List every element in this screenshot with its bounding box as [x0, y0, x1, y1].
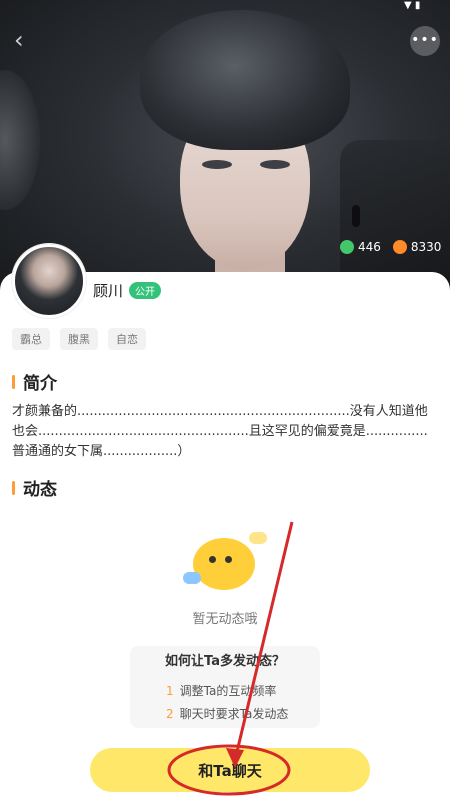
fire-icon [392, 240, 407, 254]
heading-accent-bar [12, 374, 15, 389]
tag-item: 霸总 [12, 328, 50, 350]
howto-title: 如何让Ta多发动态？ [165, 654, 285, 669]
character-avatar[interactable] [12, 244, 86, 318]
name-row: 顾川 公开 [93, 280, 162, 301]
intro-text: 才颜兼备的...................................… [12, 404, 428, 459]
character-stats: 446 8330 [340, 240, 441, 254]
empty-state-text: 暂无动态哦 [192, 612, 258, 627]
mascot-eye [225, 556, 232, 563]
feed-heading-label: 动态 [23, 480, 57, 500]
message-icon [340, 240, 354, 254]
character-hair [140, 10, 350, 150]
character-eye-left [202, 160, 232, 169]
character-eye-right [260, 160, 290, 169]
character-illustration [120, 10, 370, 300]
sleep-bubble-icon [249, 532, 267, 544]
mascot-body [193, 538, 255, 590]
heading-accent-bar [12, 480, 15, 495]
howto-number: 1 [166, 684, 174, 698]
status-bar-icons: ▼ ▮ [404, 0, 421, 11]
heat-count: 8330 [392, 240, 442, 254]
visibility-badge: 公开 [129, 282, 162, 299]
chat-with-character-button[interactable]: 和Ta聊天 [90, 748, 370, 792]
feed-heading: 动态 [12, 475, 57, 500]
chat-bubble-icon [183, 572, 201, 584]
chat-button-label: 和Ta聊天 [198, 761, 262, 780]
howto-text: 聊天时要求Ta发动态 [179, 707, 289, 721]
howto-item: 1 调整Ta的互动频率 [166, 682, 276, 699]
message-count-value: 446 [358, 240, 381, 254]
howto-number: 2 [166, 707, 174, 721]
howto-text: 调整Ta的互动频率 [179, 684, 277, 698]
heat-count-value: 8330 [410, 240, 442, 254]
howto-item: 2 聊天时要求Ta发动态 [166, 705, 288, 722]
message-count: 446 [340, 240, 381, 254]
character-earring [352, 205, 360, 227]
character-name: 顾川 [93, 282, 124, 300]
tag-item: 腹黑 [60, 328, 98, 350]
background-lamp [0, 70, 40, 210]
personality-tags: 霸总 腹黑 自恋 [12, 328, 146, 350]
back-arrow-icon[interactable]: ‹ [14, 28, 38, 52]
tag-item: 自恋 [108, 328, 146, 350]
more-options-icon[interactable]: ••• [410, 26, 440, 56]
intro-heading: 简介 [12, 369, 57, 394]
mascot-eye [209, 556, 216, 563]
intro-heading-label: 简介 [23, 374, 57, 394]
empty-state-mascot-icon [183, 532, 271, 598]
